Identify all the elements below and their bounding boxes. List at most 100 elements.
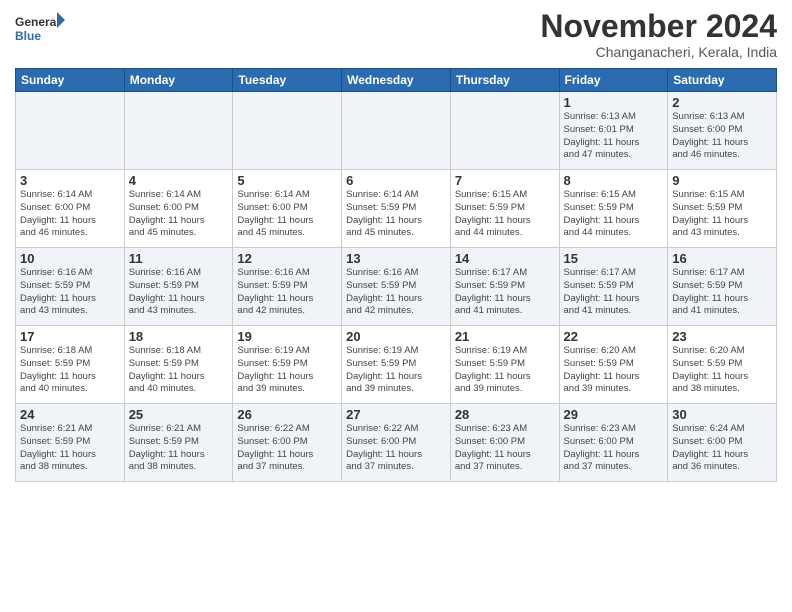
day-info: Sunrise: 6:14 AM Sunset: 6:00 PM Dayligh… xyxy=(20,189,120,240)
day-number: 2 xyxy=(672,95,772,110)
month-title: November 2024 xyxy=(540,10,777,42)
page: General Blue November 2024 Changanacheri… xyxy=(0,0,792,612)
calendar-cell: 23Sunrise: 6:20 AM Sunset: 5:59 PM Dayli… xyxy=(668,326,777,404)
calendar-cell: 30Sunrise: 6:24 AM Sunset: 6:00 PM Dayli… xyxy=(668,404,777,482)
calendar-row: 3Sunrise: 6:14 AM Sunset: 6:00 PM Daylig… xyxy=(16,170,777,248)
day-number: 26 xyxy=(237,407,337,422)
header: General Blue November 2024 Changanacheri… xyxy=(15,10,777,60)
calendar-cell: 2Sunrise: 6:13 AM Sunset: 6:00 PM Daylig… xyxy=(668,92,777,170)
calendar-cell: 20Sunrise: 6:19 AM Sunset: 5:59 PM Dayli… xyxy=(342,326,451,404)
day-number: 19 xyxy=(237,329,337,344)
header-wednesday: Wednesday xyxy=(342,69,451,92)
day-number: 30 xyxy=(672,407,772,422)
day-info: Sunrise: 6:23 AM Sunset: 6:00 PM Dayligh… xyxy=(564,423,664,474)
day-number: 11 xyxy=(129,251,229,266)
day-number: 22 xyxy=(564,329,664,344)
calendar-cell: 12Sunrise: 6:16 AM Sunset: 5:59 PM Dayli… xyxy=(233,248,342,326)
day-info: Sunrise: 6:21 AM Sunset: 5:59 PM Dayligh… xyxy=(20,423,120,474)
calendar-row: 17 Sunrise: 6:18 AM Sunset: 5:59 PM Dayli… xyxy=(16,326,777,404)
day-info: Sunrise: 6:21 AM Sunset: 5:59 PM Dayligh… xyxy=(129,423,229,474)
title-section: November 2024 Changanacheri, Kerala, Ind… xyxy=(540,10,777,60)
header-thursday: Thursday xyxy=(450,69,559,92)
day-info: Sunrise: 6:22 AM Sunset: 6:00 PM Dayligh… xyxy=(237,423,337,474)
day-info: Sunrise: 6:18 AM Sunset: 5:59 PM Dayligh… xyxy=(129,345,229,396)
day-info: Sunrise: 6:20 AM Sunset: 5:59 PM Dayligh… xyxy=(672,345,772,396)
calendar-cell: 10Sunrise: 6:16 AM Sunset: 5:59 PM Dayli… xyxy=(16,248,125,326)
day-info: Sunrise: 6:14 AM Sunset: 6:00 PM Dayligh… xyxy=(129,189,229,240)
day-info: Sunrise: 6:14 AM Sunset: 5:59 PM Dayligh… xyxy=(346,189,446,240)
day-number: 6 xyxy=(346,173,446,188)
calendar-cell: 3Sunrise: 6:14 AM Sunset: 6:00 PM Daylig… xyxy=(16,170,125,248)
calendar-cell: 15Sunrise: 6:17 AM Sunset: 5:59 PM Dayli… xyxy=(559,248,668,326)
day-number: 8 xyxy=(564,173,664,188)
calendar-cell xyxy=(124,92,233,170)
header-tuesday: Tuesday xyxy=(233,69,342,92)
calendar-cell: 28Sunrise: 6:23 AM Sunset: 6:00 PM Dayli… xyxy=(450,404,559,482)
day-number: 24 xyxy=(20,407,120,422)
day-number: 17 xyxy=(20,329,120,344)
day-info: Sunrise: 6:19 AM Sunset: 5:59 PM Dayligh… xyxy=(346,345,446,396)
calendar-row: 10Sunrise: 6:16 AM Sunset: 5:59 PM Dayli… xyxy=(16,248,777,326)
calendar-cell: 8Sunrise: 6:15 AM Sunset: 5:59 PM Daylig… xyxy=(559,170,668,248)
day-number: 29 xyxy=(564,407,664,422)
day-info: Sunrise: 6:16 AM Sunset: 5:59 PM Dayligh… xyxy=(346,267,446,318)
logo: General Blue xyxy=(15,10,65,48)
logo-icon: General Blue xyxy=(15,10,65,48)
day-number: 5 xyxy=(237,173,337,188)
day-number: 21 xyxy=(455,329,555,344)
day-info: Sunrise: 6:13 AM Sunset: 6:00 PM Dayligh… xyxy=(672,111,772,162)
calendar-cell: 1Sunrise: 6:13 AM Sunset: 6:01 PM Daylig… xyxy=(559,92,668,170)
calendar-body: 1Sunrise: 6:13 AM Sunset: 6:01 PM Daylig… xyxy=(16,92,777,482)
calendar-cell: 6Sunrise: 6:14 AM Sunset: 5:59 PM Daylig… xyxy=(342,170,451,248)
calendar-cell: 29Sunrise: 6:23 AM Sunset: 6:00 PM Dayli… xyxy=(559,404,668,482)
calendar-table: Sunday Monday Tuesday Wednesday Thursday… xyxy=(15,68,777,482)
day-info: Sunrise: 6:16 AM Sunset: 5:59 PM Dayligh… xyxy=(20,267,120,318)
day-number: 28 xyxy=(455,407,555,422)
calendar-cell: 9Sunrise: 6:15 AM Sunset: 5:59 PM Daylig… xyxy=(668,170,777,248)
header-row: Sunday Monday Tuesday Wednesday Thursday… xyxy=(16,69,777,92)
header-saturday: Saturday xyxy=(668,69,777,92)
day-number: 16 xyxy=(672,251,772,266)
svg-text:Blue: Blue xyxy=(15,29,41,43)
day-info: Sunrise: 6:24 AM Sunset: 6:00 PM Dayligh… xyxy=(672,423,772,474)
day-info: Sunrise: 6:19 AM Sunset: 5:59 PM Dayligh… xyxy=(455,345,555,396)
calendar-cell: 27Sunrise: 6:22 AM Sunset: 6:00 PM Dayli… xyxy=(342,404,451,482)
day-info: Sunrise: 6:16 AM Sunset: 5:59 PM Dayligh… xyxy=(237,267,337,318)
day-number: 9 xyxy=(672,173,772,188)
day-number: 18 xyxy=(129,329,229,344)
day-info: Sunrise: 6:19 AM Sunset: 5:59 PM Dayligh… xyxy=(237,345,337,396)
day-number: 4 xyxy=(129,173,229,188)
calendar-cell: 22Sunrise: 6:20 AM Sunset: 5:59 PM Dayli… xyxy=(559,326,668,404)
day-number: 15 xyxy=(564,251,664,266)
day-info: Sunrise: 6:15 AM Sunset: 5:59 PM Dayligh… xyxy=(672,189,772,240)
calendar-cell: 24Sunrise: 6:21 AM Sunset: 5:59 PM Dayli… xyxy=(16,404,125,482)
calendar-cell: 11Sunrise: 6:16 AM Sunset: 5:59 PM Dayli… xyxy=(124,248,233,326)
location: Changanacheri, Kerala, India xyxy=(540,44,777,60)
day-info: Sunrise: 6:17 AM Sunset: 5:59 PM Dayligh… xyxy=(672,267,772,318)
day-info: Sunrise: 6:17 AM Sunset: 5:59 PM Dayligh… xyxy=(455,267,555,318)
day-number: 14 xyxy=(455,251,555,266)
header-monday: Monday xyxy=(124,69,233,92)
calendar-cell xyxy=(450,92,559,170)
day-number: 13 xyxy=(346,251,446,266)
day-info: Sunrise: 6:16 AM Sunset: 5:59 PM Dayligh… xyxy=(129,267,229,318)
calendar-cell xyxy=(233,92,342,170)
day-info: Sunrise: 6:14 AM Sunset: 6:00 PM Dayligh… xyxy=(237,189,337,240)
header-friday: Friday xyxy=(559,69,668,92)
calendar-cell: 7Sunrise: 6:15 AM Sunset: 5:59 PM Daylig… xyxy=(450,170,559,248)
day-number: 27 xyxy=(346,407,446,422)
calendar-cell: 13Sunrise: 6:16 AM Sunset: 5:59 PM Dayli… xyxy=(342,248,451,326)
calendar-cell xyxy=(16,92,125,170)
day-info: Sunrise: 6:22 AM Sunset: 6:00 PM Dayligh… xyxy=(346,423,446,474)
calendar-cell: 16Sunrise: 6:17 AM Sunset: 5:59 PM Dayli… xyxy=(668,248,777,326)
day-number: 12 xyxy=(237,251,337,266)
calendar-cell: 26Sunrise: 6:22 AM Sunset: 6:00 PM Dayli… xyxy=(233,404,342,482)
day-info: Sunrise: 6:20 AM Sunset: 5:59 PM Dayligh… xyxy=(564,345,664,396)
calendar-cell: 17Sunrise: 6:18 AM Sunset: 5:59 PM Dayli… xyxy=(16,326,125,404)
header-sunday: Sunday xyxy=(16,69,125,92)
calendar-cell: 14Sunrise: 6:17 AM Sunset: 5:59 PM Dayli… xyxy=(450,248,559,326)
day-number: 7 xyxy=(455,173,555,188)
day-number: 20 xyxy=(346,329,446,344)
day-number: 25 xyxy=(129,407,229,422)
day-number: 1 xyxy=(564,95,664,110)
